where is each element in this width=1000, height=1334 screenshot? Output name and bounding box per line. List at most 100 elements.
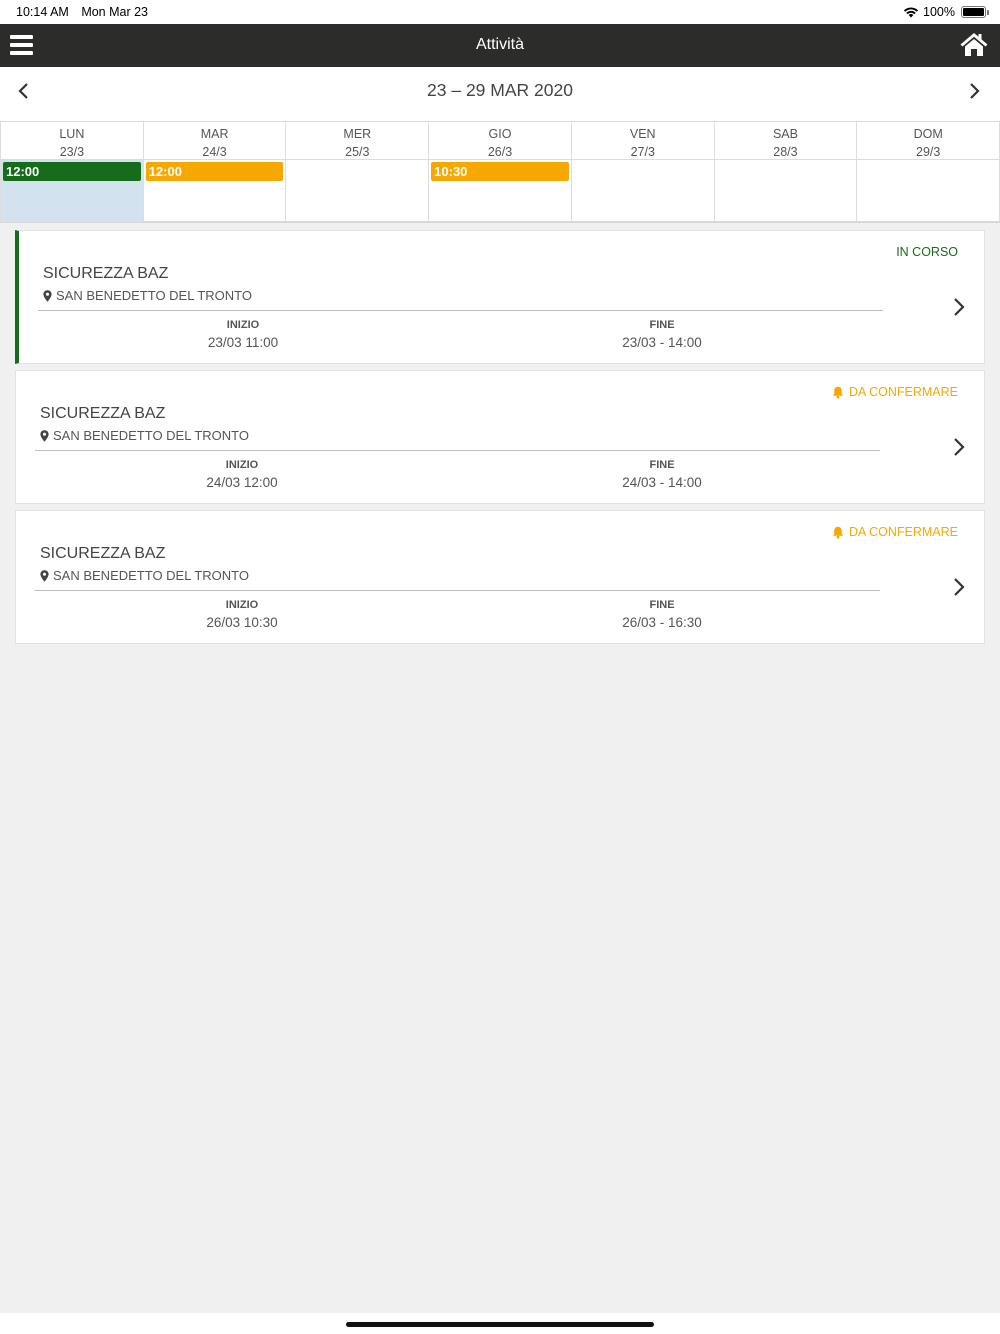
divider [38, 310, 883, 311]
day-header: MAR 24/3 [143, 122, 286, 160]
nav-bar: Attività [0, 24, 1000, 67]
divider [35, 450, 880, 451]
day-name: SAB [772, 127, 798, 141]
day-date: 23/3 [59, 145, 85, 159]
start-column: INIZIO 26/03 10:30 [142, 599, 342, 630]
map-pin-icon [40, 569, 49, 582]
start-label: INIZIO [225, 599, 259, 611]
day-column-gio[interactable]: GIO 26/3 10:30 [429, 122, 572, 221]
status-badge: DA CONFERMARE [832, 385, 958, 399]
activity-location: SAN BENEDETTO DEL TRONTO [43, 288, 252, 303]
day-date: 26/3 [487, 145, 513, 159]
activity-list: IN CORSO SICUREZZA BAZ SAN BENEDETTO DEL T… [15, 230, 985, 650]
activity-location: SAN BENEDETTO DEL TRONTO [40, 568, 249, 583]
location-label: SAN BENEDETTO DEL TRONTO [53, 568, 250, 583]
day-date: 27/3 [630, 145, 655, 159]
day-header: VEN 27/3 [571, 122, 714, 160]
bell-icon [832, 526, 844, 539]
day-column-lun[interactable]: LUN 23/3 12:00 [0, 122, 144, 222]
location-label: SAN BENEDETTO DEL TRONTO [56, 288, 253, 303]
start-value: 26/03 10:30 [206, 615, 278, 630]
map-pin-icon [43, 289, 52, 302]
event-chip[interactable]: 12:00 [3, 162, 141, 181]
status-badge: IN CORSO [896, 245, 958, 259]
status-date: Mon Mar 23 [81, 5, 149, 19]
day-column-sab[interactable]: SAB 28/3 [714, 122, 858, 222]
next-week-button[interactable] [964, 81, 984, 101]
start-value: 24/03 12:00 [206, 475, 278, 490]
day-name: GIO [488, 127, 512, 141]
activity-card[interactable]: IN CORSO SICUREZZA BAZ SAN BENEDETTO DEL T… [15, 230, 985, 364]
chevron-right-icon[interactable] [952, 577, 966, 597]
status-label: DA CONFERMARE [848, 385, 958, 399]
day-name: LUN [59, 127, 85, 141]
activity-card[interactable]: DA CONFERMARE SICUREZZA BAZ SAN BENEDETTO … [15, 370, 985, 504]
activity-title: SICUREZZA BAZ [40, 545, 166, 562]
day-date: 24/3 [202, 145, 227, 159]
end-column: FINE 24/03 - 14:00 [562, 459, 762, 490]
day-header: DOM 29/3 [857, 122, 1000, 160]
status-label: DA CONFERMARE [848, 525, 958, 539]
event-chip[interactable]: 12:00 [145, 162, 284, 181]
day-slot[interactable]: 12:00 [1, 160, 143, 222]
battery-percent: 100% [923, 5, 955, 19]
home-button[interactable] [959, 30, 989, 58]
status-badge: DA CONFERMARE [832, 525, 958, 539]
day-name: DOM [913, 127, 943, 141]
divider [35, 590, 880, 591]
start-label: INIZIO [225, 459, 259, 471]
week-calendar: LUN 23/3 12:00 MAR 24/3 12:00 MER 25/3 GIO 26/3 10… [0, 121, 1000, 223]
home-icon [960, 33, 988, 56]
bottom-bar [0, 1313, 1000, 1334]
day-slot[interactable] [572, 160, 714, 222]
page-title: Attività [475, 36, 524, 53]
status-bar: 10:14 AM Mon Mar 23 100% [0, 0, 1000, 24]
chevron-right-icon[interactable] [952, 297, 966, 317]
day-name: MER [343, 127, 372, 141]
activity-title: SICUREZZA BAZ [43, 265, 169, 282]
end-column: FINE 26/03 - 16:30 [562, 599, 762, 630]
week-header: 23 – 29 MAR 2020 [0, 67, 1000, 122]
day-date: 25/3 [345, 145, 370, 159]
end-value: 26/03 - 16:30 [622, 615, 702, 630]
start-column: INIZIO 23/03 11:00 [143, 319, 343, 350]
end-label: FINE [649, 319, 675, 331]
day-name: VEN [629, 127, 656, 141]
status-label: IN CORSO [896, 245, 958, 259]
chevron-right-icon [970, 83, 980, 99]
day-slot[interactable]: 12:00 [144, 160, 286, 222]
day-date: 29/3 [916, 145, 941, 159]
activity-title: SICUREZZA BAZ [40, 405, 166, 422]
map-pin-icon [40, 429, 49, 442]
day-header: SAB 28/3 [714, 122, 857, 160]
day-slot[interactable] [857, 160, 999, 222]
chevron-right-icon[interactable] [952, 437, 966, 457]
battery-icon [961, 6, 989, 18]
day-column-dom[interactable]: DOM 29/3 [857, 122, 1000, 221]
day-header: LUN 23/3 [1, 122, 143, 160]
day-slot[interactable]: 10:30 [429, 160, 571, 222]
activity-card[interactable]: DA CONFERMARE SICUREZZA BAZ SAN BENEDETTO … [15, 510, 985, 644]
end-value: 23/03 - 14:00 [622, 335, 702, 350]
end-label: FINE [649, 599, 675, 611]
day-slot[interactable] [286, 160, 428, 222]
day-date: 28/3 [773, 145, 798, 159]
start-value: 23/03 11:00 [207, 335, 279, 350]
day-column-mar[interactable]: MAR 24/3 12:00 [143, 122, 287, 222]
location-label: SAN BENEDETTO DEL TRONTO [53, 428, 250, 443]
event-chip[interactable]: 10:30 [431, 162, 569, 181]
end-label: FINE [649, 459, 675, 471]
start-column: INIZIO 24/03 12:00 [142, 459, 342, 490]
bell-icon [832, 386, 844, 399]
day-slot[interactable] [715, 160, 857, 222]
day-column-mer[interactable]: MER 25/3 [286, 122, 430, 222]
day-name: MAR [200, 127, 229, 141]
home-indicator[interactable] [346, 1322, 654, 1327]
activity-location: SAN BENEDETTO DEL TRONTO [40, 428, 249, 443]
end-value: 24/03 - 14:00 [622, 475, 702, 490]
day-header: MER 25/3 [286, 122, 429, 160]
end-column: FINE 23/03 - 14:00 [562, 319, 762, 350]
start-label: INIZIO [226, 319, 260, 331]
day-header: GIO 26/3 [429, 122, 571, 160]
day-column-ven[interactable]: VEN 27/3 [571, 122, 715, 222]
